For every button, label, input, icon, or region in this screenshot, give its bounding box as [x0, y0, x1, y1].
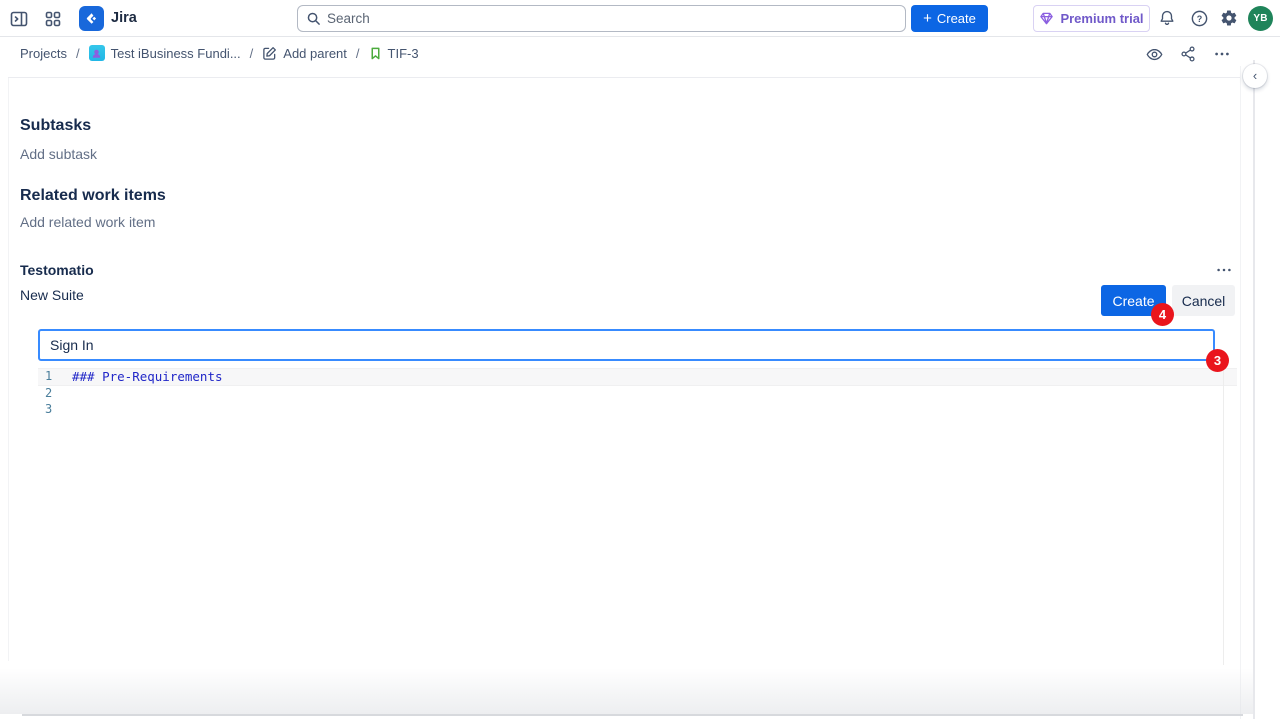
bookmark-icon [369, 47, 382, 60]
svg-text:?: ? [1196, 14, 1202, 24]
edit-icon [262, 46, 277, 61]
breadcrumb-work-item[interactable]: TIF-3 [369, 46, 419, 61]
breadcrumb: Projects / Test iBusiness Fundi... / Add… [20, 40, 419, 66]
notifications-bell-icon[interactable] [1156, 7, 1178, 29]
settings-gear-icon[interactable] [1218, 7, 1240, 29]
help-icon[interactable]: ? [1188, 7, 1210, 29]
more-actions-icon[interactable] [1209, 41, 1235, 67]
related-work-items-heading: Related work items [20, 187, 166, 205]
share-icon[interactable] [1175, 41, 1201, 67]
search-icon [306, 11, 321, 26]
app-title: Jira [111, 0, 137, 37]
panel-right-border [1240, 66, 1241, 719]
gem-icon [1039, 11, 1054, 26]
code-text [72, 402, 1237, 418]
breadcrumb-project[interactable]: Test iBusiness Fundi... [89, 45, 241, 61]
bottom-edge-line [22, 714, 1243, 716]
sidebar-toggle-icon[interactable] [8, 8, 30, 30]
breadcrumb-add-parent[interactable]: Add parent [262, 46, 347, 61]
top-navigation-bar: Jira + Create Premium trial [0, 0, 1280, 37]
line-number: 2 [38, 386, 72, 402]
header-divider [8, 77, 1240, 78]
code-text: ### Pre-Requirements [72, 369, 1237, 385]
subtasks-heading: Subtasks [20, 117, 91, 135]
code-line[interactable]: 1 ### Pre-Requirements [38, 368, 1237, 386]
annotation-badge-3: 3 [1206, 349, 1229, 372]
add-subtask-button[interactable]: Add subtask [20, 146, 97, 162]
premium-trial-button[interactable]: Premium trial [1033, 5, 1150, 32]
right-panel-divider [1253, 60, 1255, 719]
code-text [72, 386, 1237, 402]
annotation-badge-4: 4 [1151, 303, 1174, 326]
breadcrumb-separator: / [250, 46, 254, 61]
global-search[interactable] [297, 5, 906, 32]
suite-cancel-button[interactable]: Cancel [1172, 285, 1235, 316]
project-avatar-icon [89, 45, 105, 61]
user-avatar[interactable]: YB [1248, 6, 1273, 31]
breadcrumb-separator: / [76, 46, 80, 61]
testomatio-heading: Testomatio [20, 262, 94, 278]
global-create-button[interactable]: + Create [911, 5, 988, 32]
app-switcher-icon[interactable] [42, 8, 64, 30]
plus-icon: + [923, 11, 932, 26]
code-line[interactable]: 2 [38, 386, 1237, 402]
suite-description-code-editor[interactable]: 1 ### Pre-Requirements 2 3 [38, 368, 1237, 418]
add-related-work-item-button[interactable]: Add related work item [20, 214, 155, 230]
work-item-header-actions [1141, 41, 1235, 67]
suite-title-input[interactable] [38, 329, 1215, 361]
new-suite-label: New Suite [20, 287, 84, 303]
testomatio-more-icon[interactable] [1211, 260, 1237, 280]
search-input[interactable] [327, 11, 897, 26]
editor-right-edge [1223, 368, 1224, 665]
jira-work-item-page: Jira + Create Premium trial [0, 0, 1280, 719]
panel-left-border [8, 78, 9, 661]
jira-logo-icon[interactable] [79, 6, 104, 31]
line-number: 3 [38, 402, 72, 418]
breadcrumb-separator: / [356, 46, 360, 61]
collapse-panel-chevron-icon[interactable]: ‹ [1243, 64, 1267, 88]
watch-eye-icon[interactable] [1141, 41, 1167, 67]
line-number: 1 [38, 369, 72, 385]
bottom-fade [0, 668, 1253, 714]
code-line[interactable]: 3 [38, 402, 1237, 418]
breadcrumb-projects[interactable]: Projects [20, 46, 67, 61]
